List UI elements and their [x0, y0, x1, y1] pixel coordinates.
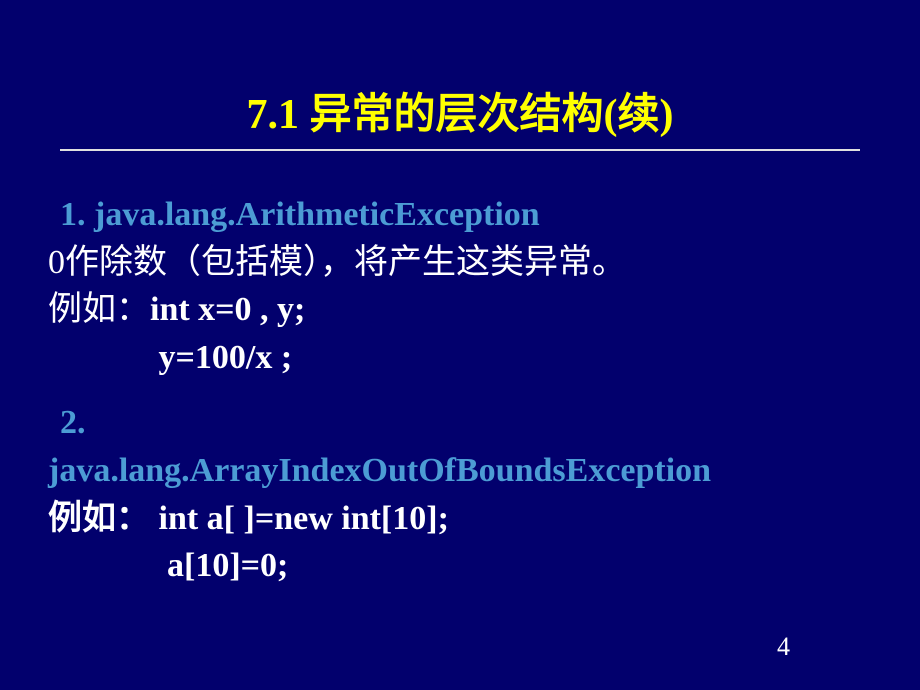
slide-title: 7.1 异常的层次结构(续) — [40, 80, 880, 141]
slide-content: 1. java.lang.ArithmeticException 0作除数（包括… — [40, 191, 880, 590]
item-1-heading: 1. java.lang.ArithmeticException — [48, 191, 880, 239]
example-label-2: 例如： — [48, 500, 150, 537]
item-2-exception: java.lang.ArrayIndexOutOfBoundsException — [48, 447, 880, 495]
code-line-2: y=100/x ; — [48, 334, 880, 382]
code-line-4: a[10]=0; — [48, 542, 880, 590]
example-label: 例如： — [48, 291, 150, 328]
code-line-1: int x=0 , y; — [150, 291, 305, 328]
code-line-3: int a[ ]=new int[10]; — [150, 500, 449, 537]
slide: 7.1 异常的层次结构(续) 1. java.lang.ArithmeticEx… — [0, 0, 920, 690]
page-number: 4 — [777, 632, 790, 662]
item-1-description: 0作除数（包括模），将产生这类异常。 — [48, 239, 880, 287]
item-2-number: 2. — [48, 399, 880, 447]
title-divider — [60, 149, 860, 151]
item-2-example: 例如： int a[ ]=new int[10]; — [48, 495, 880, 543]
item-1-example: 例如：int x=0 , y; — [48, 286, 880, 334]
